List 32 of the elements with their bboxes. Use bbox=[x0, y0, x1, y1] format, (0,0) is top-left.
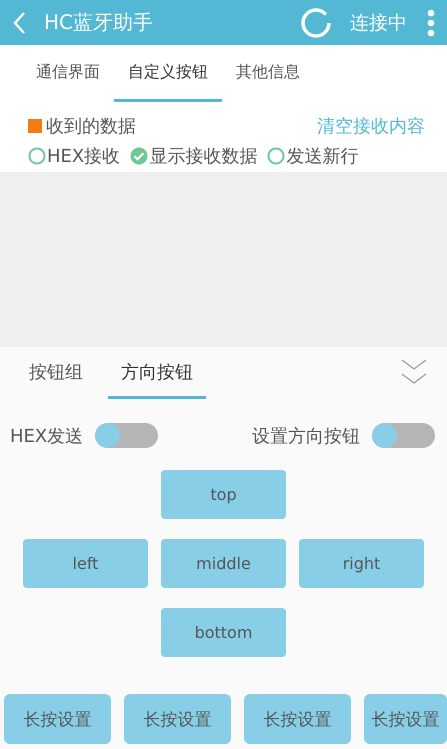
direction-button[interactable]: left bbox=[23, 539, 148, 588]
tab[interactable]: 其他信息 bbox=[222, 45, 314, 102]
tab[interactable]: 按钮组 bbox=[16, 347, 96, 399]
app-title: HC蓝牙助手 bbox=[44, 9, 154, 36]
direction-button[interactable]: right bbox=[299, 539, 424, 588]
long-press-button[interactable]: 长按设置 bbox=[4, 694, 111, 744]
direction-button[interactable]: bottom bbox=[161, 608, 286, 657]
back-icon[interactable] bbox=[12, 10, 26, 34]
long-press-button[interactable]: 长按设置 bbox=[244, 694, 351, 744]
connection-status: 连接中 bbox=[350, 10, 407, 36]
toggle-switch[interactable] bbox=[372, 423, 435, 448]
option-checkbox[interactable]: 显示接收数据 bbox=[130, 144, 258, 168]
radio-circle-icon[interactable] bbox=[267, 147, 286, 165]
radio-circle-icon[interactable] bbox=[28, 147, 46, 165]
tab[interactable]: 方向按钮 bbox=[108, 347, 206, 399]
direction-button[interactable]: top bbox=[161, 470, 286, 519]
received-data-label: 收到的数据 bbox=[46, 115, 137, 138]
tab[interactable]: 自定义按钮 bbox=[114, 45, 222, 102]
toggle-switch[interactable] bbox=[95, 423, 158, 448]
long-press-button[interactable]: 长按设置 bbox=[364, 694, 447, 744]
loading-spinner-icon bbox=[300, 6, 332, 38]
more-menu-icon[interactable] bbox=[427, 8, 435, 36]
toggle-label: 设置方向按钮 bbox=[252, 424, 360, 448]
option-checkbox[interactable]: 发送新行 bbox=[267, 144, 358, 168]
toggle-label: HEX发送 bbox=[10, 424, 84, 448]
clear-link[interactable]: 清空接收内容 bbox=[317, 114, 425, 138]
direction-button[interactable]: middle bbox=[161, 539, 286, 588]
square-icon bbox=[28, 119, 42, 133]
checked-circle-icon[interactable] bbox=[130, 147, 148, 165]
tab[interactable]: 通信界面 bbox=[22, 45, 114, 102]
long-press-button[interactable]: 长按设置 bbox=[124, 694, 231, 744]
option-checkbox[interactable]: HEX接收 bbox=[28, 144, 120, 168]
